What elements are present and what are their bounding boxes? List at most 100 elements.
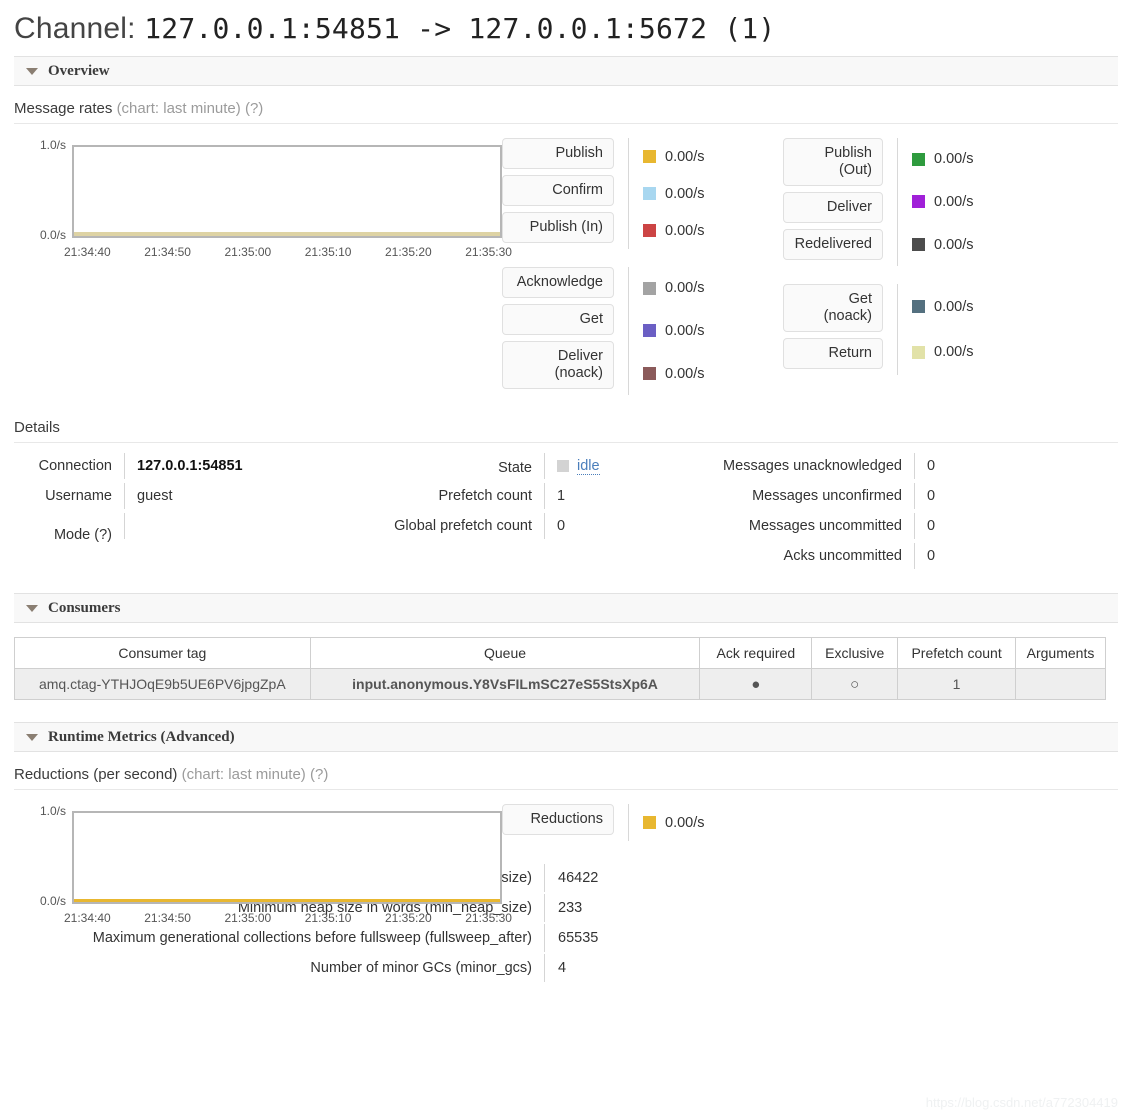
legend-button-get-noack[interactable]: Get (noack) (783, 284, 883, 332)
details-heading: Details (14, 419, 60, 436)
state-indicator-icon (557, 460, 569, 472)
detail-value-mode (124, 513, 324, 539)
legend-value-return: 0.00/s (912, 344, 1020, 360)
detail-row-global-prefetch-count: Global prefetch count 0 (324, 513, 664, 543)
cell-consumer-tag: amq.ctag-YTHJOqE9b5UE6PV6jpgZpA (14, 668, 311, 700)
legend-button-get[interactable]: Get (502, 304, 614, 335)
message-rates-label: Message rates (14, 100, 113, 117)
detail-row-prefetch-count: Prefetch count 1 (324, 483, 664, 513)
legend-button-confirm[interactable]: Confirm (502, 175, 614, 206)
legend-button-return[interactable]: Return (783, 338, 883, 369)
legend-value-deliver-noack: 0.00/s (643, 366, 751, 382)
consumers-table: Consumer tag Queue Ack required Exclusiv… (14, 637, 1107, 700)
reductions-y-axis-max: 1.0/s (39, 804, 66, 818)
legend-value-publish: 0.00/s (643, 149, 751, 165)
legend-swatch-acknowledge (643, 281, 656, 295)
legend-swatch-publish (643, 150, 656, 163)
detail-row-connection: Connection 127.0.0.1:54851 (14, 453, 324, 483)
legend-swatch-confirm (643, 187, 656, 200)
column-header-exclusive[interactable]: Exclusive (811, 637, 899, 669)
state-badge-idle[interactable]: idle (577, 458, 600, 475)
reductions-chart-note: (chart: last minute) (181, 766, 306, 783)
reductions-chart-row: 1.0/s 0.0/s 21:34:40 21:34:50 21:35:00 2… (14, 790, 1118, 925)
legend-value-get: 0.00/s (643, 323, 751, 339)
x-tick: 21:35:00 (224, 911, 272, 925)
column-header-prefetch-count[interactable]: Prefetch count (897, 637, 1016, 669)
x-tick: 21:35:10 (304, 245, 352, 259)
legend-swatch-publish-out (912, 152, 925, 166)
message-rates-chart: 1.0/s 0.0/s 21:34:40 21:34:50 21:35:00 2… (14, 138, 512, 395)
column-header-consumer-tag[interactable]: Consumer tag (14, 637, 311, 669)
message-rates-help-icon[interactable]: (?) (245, 100, 263, 117)
runtime-metric-label-fullsweep-after: Maximum generational collections before … (92, 930, 532, 946)
legend-button-redelivered[interactable]: Redelivered (783, 229, 883, 260)
cell-exclusive: ○ (811, 668, 899, 700)
legend-divider (628, 267, 629, 395)
section-header-overview[interactable]: Overview (14, 56, 1118, 86)
x-tick: 21:34:40 (64, 245, 111, 259)
reductions-label: Reductions (per second) (14, 766, 178, 783)
detail-value-prefetch-count: 1 (544, 483, 664, 509)
x-tick: 21:35:20 (385, 911, 432, 925)
runtime-metric-label-minor-gcs: Number of minor GCs (minor_gcs) (310, 960, 532, 976)
details-grid: Connection 127.0.0.1:54851 Username gues… (14, 453, 1118, 573)
detail-row-acks-uncommitted: Acks uncommitted 0 (664, 543, 994, 573)
legend-rate-get-noack: 0.00/s (934, 298, 974, 315)
details-column-state: State idle Prefetch count 1 Global prefe… (324, 453, 664, 573)
legend-button-publish-out[interactable]: Publish (Out) (783, 138, 883, 186)
detail-value-username: guest (124, 483, 324, 509)
legend-button-reductions[interactable]: Reductions (502, 804, 614, 835)
legend-rate-acknowledge: 0.00/s (665, 280, 705, 297)
reductions-y-axis-min: 0.0/s (39, 894, 66, 908)
legend-value-confirm: 0.00/s (643, 186, 751, 202)
legend-column-inbound: Publish Confirm Publish (In) 0.00/s 0.00… (502, 138, 751, 395)
legend-value-redelivered: 0.00/s (912, 237, 1020, 253)
legend-group-reductions: Reductions 0.00/s (502, 804, 751, 841)
detail-row-messages-unacknowledged: Messages unacknowledged 0 (664, 453, 994, 483)
legend-value-publish-in: 0.00/s (643, 223, 751, 239)
detail-label-connection: Connection (38, 458, 112, 474)
legend-button-acknowledge[interactable]: Acknowledge (502, 267, 614, 298)
detail-label-acks-uncommitted: Acks uncommitted (783, 548, 902, 564)
legend-group-acknowledge: Acknowledge Get Deliver (noack) 0.00/s 0… (502, 267, 751, 395)
detail-label-global-prefetch-count: Global prefetch count (394, 518, 532, 534)
message-rates-chart-row: 1.0/s 0.0/s 21:34:40 21:34:50 21:35:00 2… (14, 124, 1118, 395)
page-title-value: 127.0.0.1:54851 -> 127.0.0.1:5672 (1) (144, 12, 776, 45)
legend-button-deliver-noack[interactable]: Deliver (noack) (502, 341, 614, 389)
legend-rate-return: 0.00/s (934, 344, 974, 361)
legend-value-acknowledge: 0.00/s (643, 280, 751, 296)
detail-value-messages-uncommitted: 0 (914, 513, 994, 539)
legend-button-publish[interactable]: Publish (502, 138, 614, 169)
detail-value-connection: 127.0.0.1:54851 (124, 453, 324, 479)
legend-rate-deliver-noack: 0.00/s (665, 365, 705, 382)
runtime-metric-value-fullsweep-after: 65535 (544, 924, 664, 952)
section-title-overview: Overview (48, 62, 110, 79)
legend-rate-get: 0.00/s (665, 322, 705, 339)
reductions-help-icon[interactable]: (?) (310, 766, 328, 783)
section-header-consumers[interactable]: Consumers (14, 593, 1118, 623)
runtime-metric-value-minor-gcs: 4 (544, 954, 664, 982)
legend-button-publish-in[interactable]: Publish (In) (502, 212, 614, 243)
cell-queue[interactable]: input.anonymous.Y8VsFILmSC27eS5StsXp6A (309, 668, 701, 700)
section-title-runtime-metrics: Runtime Metrics (Advanced) (48, 728, 235, 745)
chevron-down-icon (26, 733, 38, 741)
page-title: Channel: 127.0.0.1:54851 -> 127.0.0.1:56… (0, 0, 1132, 56)
runtime-metric-value-min-bin-vheap-size: 46422 (544, 864, 664, 892)
column-header-queue[interactable]: Queue (309, 637, 701, 669)
x-tick: 21:35:30 (465, 245, 512, 259)
legend-divider (628, 804, 629, 841)
legend-swatch-publish-in (643, 224, 656, 237)
section-header-runtime-metrics[interactable]: Runtime Metrics (Advanced) (14, 722, 1118, 752)
table-header-row: Consumer tag Queue Ack required Exclusiv… (14, 637, 1107, 669)
legend-group-publish: Publish Confirm Publish (In) 0.00/s 0.00… (502, 138, 751, 249)
legend-button-deliver[interactable]: Deliver (783, 192, 883, 223)
reductions-legend: Reductions 0.00/s (502, 804, 751, 841)
section-title-consumers: Consumers (48, 599, 121, 616)
column-header-arguments[interactable]: Arguments (1014, 637, 1107, 669)
legend-swatch-get-noack (912, 300, 925, 314)
column-header-ack-required[interactable]: Ack required (699, 637, 813, 669)
detail-value-messages-unacknowledged: 0 (914, 453, 994, 479)
runtime-metric-value-min-heap-size: 233 (544, 894, 664, 922)
x-tick: 21:34:40 (64, 911, 111, 925)
details-subhead: Details (14, 405, 1118, 443)
